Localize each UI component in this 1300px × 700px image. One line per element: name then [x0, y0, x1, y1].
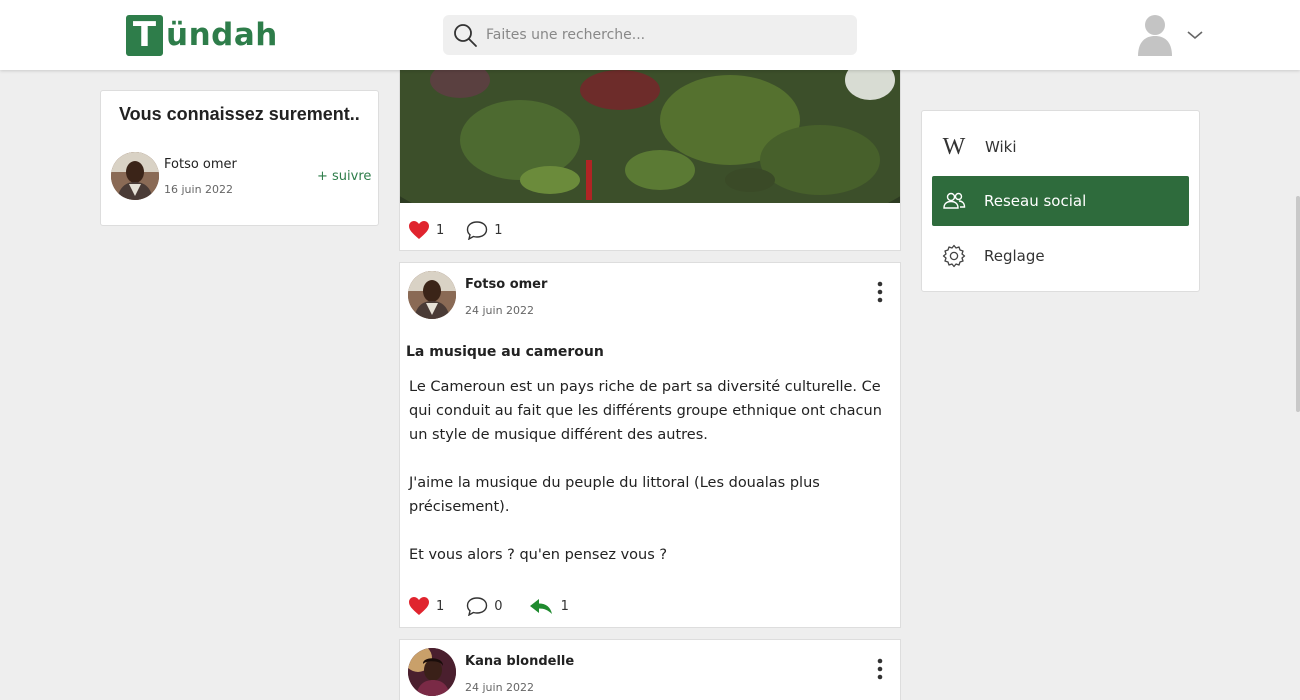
post-paragraph: J'aime la musique du peuple du littoral …	[409, 475, 820, 515]
like-count: 1	[436, 222, 445, 238]
suggestion-date: 16 juin 2022	[164, 183, 234, 196]
side-navigation: W Wiki Reseau social Reglage	[921, 110, 1200, 292]
suggestions-title: Vous connaissez surement..	[119, 104, 360, 124]
avatar[interactable]	[408, 648, 456, 696]
avatar[interactable]	[408, 271, 456, 319]
logo-text: ündah	[166, 17, 278, 53]
suggestions-card: Vous connaissez surement.. Fotso omer 16…	[100, 90, 379, 226]
comment-button[interactable]: 1	[466, 220, 503, 240]
nav-item-wiki[interactable]: W Wiki	[932, 122, 1189, 172]
previous-post: 1 1	[399, 50, 901, 251]
avatar[interactable]	[111, 152, 159, 200]
share-button[interactable]: 1	[529, 596, 569, 616]
heart-icon	[409, 221, 429, 239]
comment-icon	[467, 597, 488, 616]
post-title: La musique au cameroun	[406, 344, 604, 360]
post-date: 24 juin 2022	[465, 681, 535, 694]
nav-item-reglage[interactable]: Reglage	[932, 231, 1189, 281]
logo-letter: T	[126, 14, 163, 56]
post-food-image[interactable]	[400, 50, 900, 203]
share-reply-icon	[529, 599, 552, 614]
search-icon[interactable]	[452, 22, 478, 48]
post-actions: 1 0 1	[408, 596, 591, 616]
nav-item-label: Reglage	[984, 247, 1045, 265]
post-card: Fotso omer 24 juin 2022 La musique au ca…	[399, 262, 901, 628]
like-button[interactable]: 1	[408, 596, 444, 616]
post-paragraph: Le Cameroun est un pays riche de part sa…	[409, 379, 882, 443]
suggestion-name[interactable]: Fotso omer	[164, 157, 237, 172]
post-paragraph: Et vous alors ? qu'en pensez vous ?	[409, 547, 668, 563]
post-author[interactable]: Kana blondelle	[465, 654, 574, 669]
user-menu[interactable]	[1136, 14, 1204, 56]
users-icon	[943, 192, 966, 209]
like-count: 1	[436, 598, 445, 614]
comment-icon	[467, 221, 488, 240]
page-scrollbar[interactable]	[1296, 196, 1300, 412]
comment-button[interactable]: 0	[466, 596, 503, 616]
heart-icon	[409, 597, 429, 615]
post-actions: 1 1	[408, 220, 525, 240]
post-body: Le Cameroun est un pays riche de part sa…	[409, 375, 897, 591]
like-button[interactable]: 1	[408, 220, 444, 240]
gear-icon	[942, 244, 966, 268]
search-bar	[443, 15, 857, 55]
nav-item-reseau-social[interactable]: Reseau social	[932, 176, 1189, 226]
search-input[interactable]	[486, 27, 846, 43]
chevron-down-icon[interactable]	[1186, 29, 1204, 41]
post-card: Kana blondelle 24 juin 2022	[399, 639, 901, 700]
post-author[interactable]: Fotso omer	[465, 277, 547, 292]
more-options-icon[interactable]	[870, 656, 890, 682]
nav-item-label: Reseau social	[984, 192, 1087, 210]
tundah-logo[interactable]: T ündah	[126, 14, 278, 56]
share-count: 1	[560, 598, 569, 614]
top-navbar: T ündah	[0, 0, 1300, 70]
more-options-icon[interactable]	[870, 279, 890, 305]
comment-count: 0	[494, 598, 503, 614]
comment-count: 1	[494, 222, 503, 238]
nav-item-label: Wiki	[985, 138, 1017, 156]
user-avatar-icon[interactable]	[1136, 14, 1174, 56]
follow-button[interactable]: + suivre	[317, 169, 371, 184]
wiki-w-icon: W	[942, 133, 966, 160]
post-date: 24 juin 2022	[465, 304, 535, 317]
